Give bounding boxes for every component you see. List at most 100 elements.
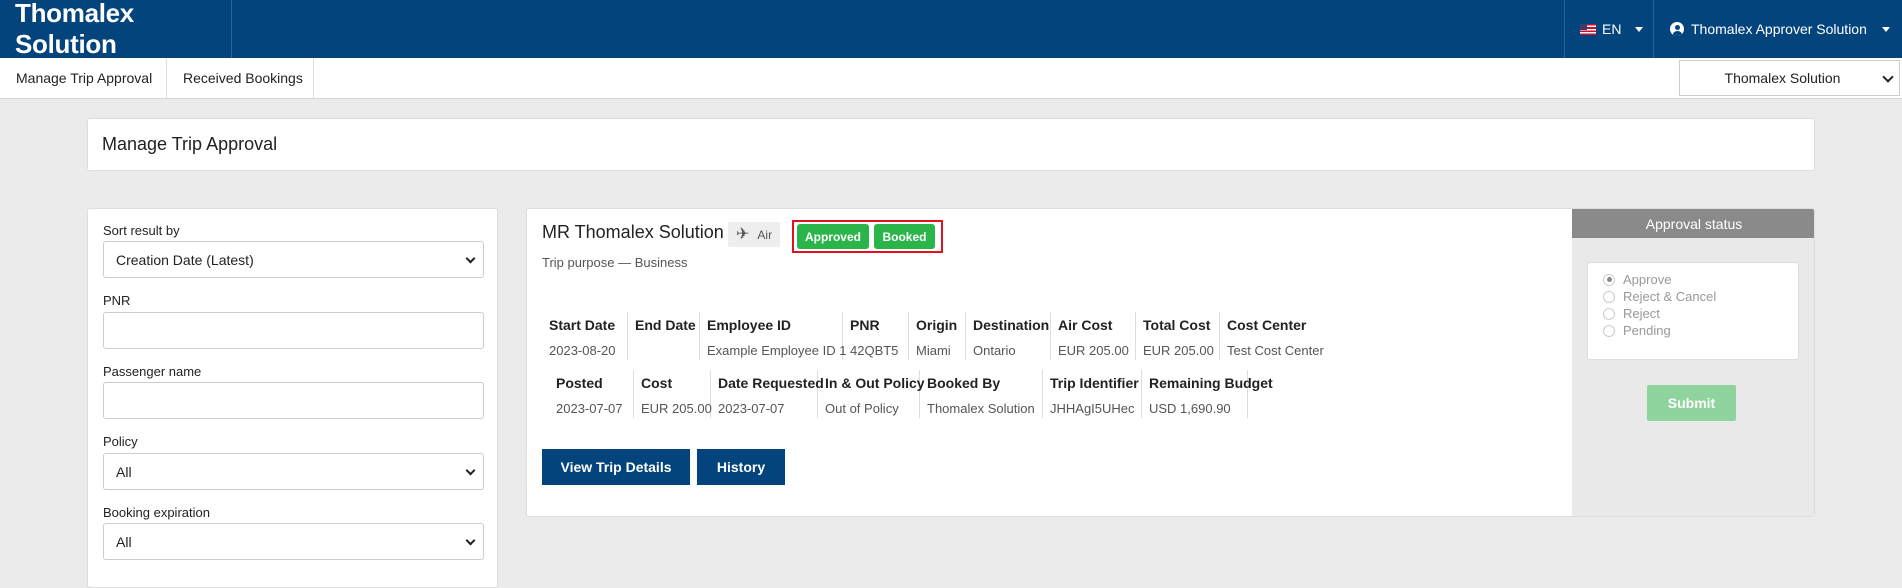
detail-key: Trip Identifier [1050,375,1139,391]
status-badge-booked: Booked [874,224,935,249]
radio-icon [1603,324,1615,337]
detail-value: EUR 205.00 [1143,343,1214,358]
detail-trip-identifier: Trip Identifier JHHAgI5UHec [1043,370,1142,418]
detail-value: Out of Policy [825,401,899,416]
detail-key: PNR [850,317,880,333]
detail-posted: Posted 2023-07-07 [542,370,634,418]
detail-key: Cost [641,375,673,391]
radio-label: Pending [1623,323,1671,338]
submit-button[interactable]: Submit [1647,385,1736,421]
detail-value: USD 1,690.90 [1149,401,1231,416]
radio-reject[interactable]: Reject [1603,306,1660,321]
detail-key: Date Requested [718,375,824,391]
detail-value: 42QBT5 [850,343,899,358]
sort-label: Sort result by [103,223,180,238]
detail-value: EUR 205.00 [641,401,712,416]
radio-selected-icon [1603,273,1615,286]
expiration-select-value: All [116,533,132,550]
radio-label: Reject [1623,306,1660,321]
user-name: Thomalex Approver Solution [1691,21,1867,37]
detail-key: Booked By [927,375,1001,391]
pnr-input[interactable] [103,312,484,349]
expiration-label: Booking expiration [103,505,210,520]
caret-down-icon [1881,26,1890,32]
page-header: Manage Trip Approval [87,118,1815,171]
us-flag-icon [1580,23,1596,35]
policy-select[interactable]: All [103,453,484,490]
detail-value: 2023-07-07 [556,401,623,416]
top-bar: Thomalex Solution EN Thomalex Approver S… [0,0,1902,59]
sort-select[interactable]: Creation Date (Latest) [103,241,484,278]
detail-key: Remaining Budget [1149,375,1273,391]
radio-icon [1603,290,1615,303]
traveler-name: MR Thomalex Solution [542,222,724,242]
detail-value: Thomalex Solution [927,401,1035,416]
detail-value: Ontario [973,343,1016,358]
radio-reject-cancel[interactable]: Reject & Cancel [1603,289,1716,304]
status-badge-approved: Approved [797,224,869,249]
detail-origin: Origin Miami [909,312,966,360]
company-select[interactable]: Thomalex Solution [1679,60,1900,96]
company-select-value: Thomalex Solution [1724,70,1841,86]
detail-key: Posted [556,375,603,391]
detail-cost-center: Cost Center Test Cost Center [1220,312,1340,360]
detail-key: Destination [973,317,1050,333]
detail-value: EUR 205.00 [1058,343,1129,358]
detail-key: In & Out Policy [825,375,925,391]
detail-date-requested: Date Requested 2023-07-07 [711,370,824,418]
trip-purpose: Trip purpose — Business [542,255,688,270]
detail-policy: In & Out Policy Out of Policy [818,370,925,418]
history-button[interactable]: History [697,449,785,485]
chevron-down-icon [465,253,476,264]
brand-logo[interactable]: Thomalex Solution [0,0,232,59]
nav-received-bookings[interactable]: Received Bookings [167,58,314,98]
language-selector[interactable]: EN [1564,0,1654,58]
secondary-nav: Manage Trip Approval Received Bookings [0,58,1902,99]
travel-mode-label: Air [757,227,773,242]
detail-key: Origin [916,317,958,333]
language-label: EN [1602,21,1622,37]
status-badges-highlight: Approved Booked [792,220,943,253]
filter-panel: Sort result by Creation Date (Latest) PN… [87,208,498,588]
detail-value: Miami [916,343,951,358]
detail-employee-id: Employee ID Example Employee ID 1 [700,312,847,360]
passenger-input[interactable] [103,382,484,419]
detail-value: Test Cost Center [1227,343,1324,358]
expiration-select[interactable]: All [103,523,484,560]
detail-value: 2023-07-07 [718,401,785,416]
detail-key: Total Cost [1143,317,1211,333]
chevron-down-icon [1882,71,1894,83]
detail-value: JHHAgI5UHec [1050,401,1135,416]
detail-key: Cost Center [1227,317,1307,333]
user-menu[interactable]: Thomalex Approver Solution [1670,0,1890,58]
caret-down-icon [1635,26,1644,32]
radio-icon [1603,307,1615,320]
approval-options: Approve Reject & Cancel Reject Pending [1587,262,1799,360]
nav-manage-trip-approval[interactable]: Manage Trip Approval [0,58,167,98]
detail-destination: Destination Ontario [966,312,1051,360]
detail-start-date: Start Date 2023-08-20 [542,312,628,360]
policy-label: Policy [103,434,138,449]
travel-mode-tag: ✈ Air [728,222,780,247]
detail-key: Employee ID [707,317,792,333]
user-circle-icon [1670,22,1684,36]
detail-air-cost: Air Cost EUR 205.00 [1051,312,1136,360]
passenger-label: Passenger name [103,364,202,379]
chevron-down-icon [465,465,476,476]
detail-value: Example Employee ID 1 [707,343,847,358]
approval-status-title: Approval status [1572,209,1814,238]
detail-cost: Cost EUR 205.00 [634,370,712,418]
radio-approve[interactable]: Approve [1603,272,1671,287]
detail-key: Start Date [549,317,616,333]
page-title: Manage Trip Approval [102,134,278,154]
detail-pnr: PNR 42QBT5 [843,312,909,360]
plane-icon: ✈ [736,225,750,243]
view-trip-details-button[interactable]: View Trip Details [542,449,690,485]
chevron-down-icon [465,535,476,546]
detail-total-cost: Total Cost EUR 205.00 [1136,312,1220,360]
policy-select-value: All [116,463,132,480]
detail-end-date: End Date [628,312,700,360]
radio-pending[interactable]: Pending [1603,323,1671,338]
trip-card: MR Thomalex Solution ✈ Air Approved Book… [526,208,1815,517]
radio-label: Reject & Cancel [1623,289,1717,304]
